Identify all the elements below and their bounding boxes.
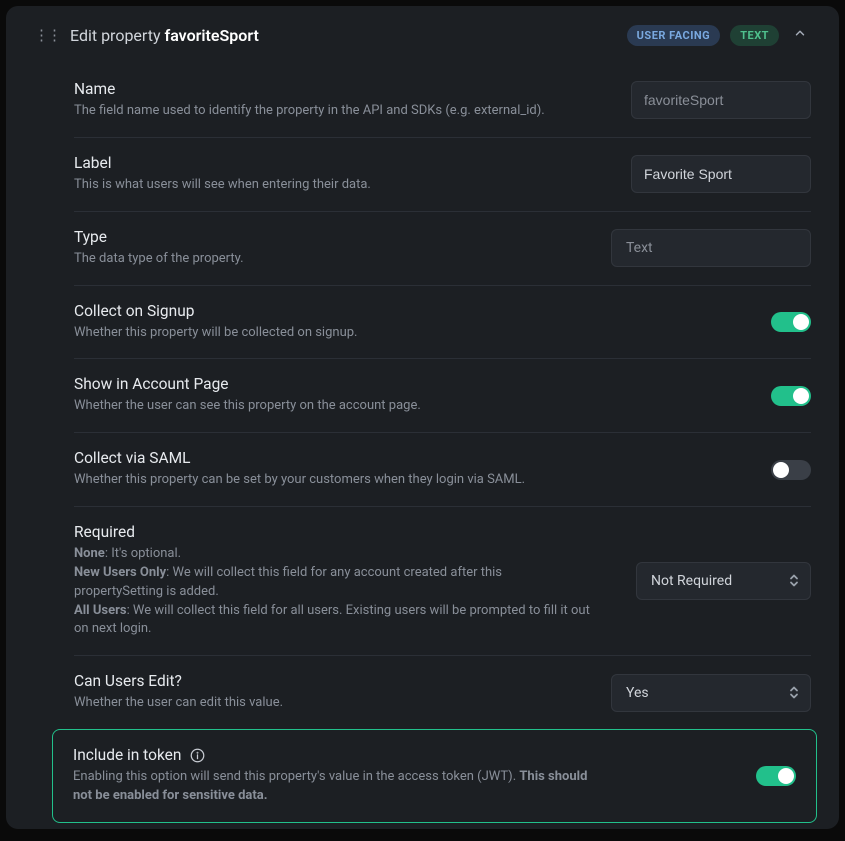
collect-signup-toggle[interactable] <box>771 312 811 332</box>
collect-signup-title: Collect on Signup <box>74 302 751 320</box>
show-account-toggle[interactable] <box>771 386 811 406</box>
type-desc: The data type of the property. <box>74 250 591 269</box>
can-edit-title: Can Users Edit? <box>74 672 591 690</box>
required-title: Required <box>74 523 616 541</box>
collect-saml-title: Collect via SAML <box>74 449 751 467</box>
required-new-label: New Users Only <box>74 565 166 580</box>
required-none-text: : It's optional. <box>105 546 181 561</box>
required-none-label: None <box>74 546 105 561</box>
panel-title: Edit property favoriteSport <box>70 26 617 45</box>
chevron-updown-icon <box>788 573 800 590</box>
required-desc: None: It's optional. New Users Only : We … <box>74 545 594 639</box>
row-type: Type The data type of the property. Text <box>74 212 811 286</box>
title-property-name: favoriteSport <box>165 26 259 45</box>
required-select[interactable]: Not Required <box>636 562 811 600</box>
type-value: Text <box>626 240 653 256</box>
row-include-token: Include in token Enabling this option wi… <box>52 729 817 823</box>
required-value: Not Required <box>651 573 732 589</box>
include-token-title-text: Include in token <box>73 746 181 764</box>
label-input[interactable] <box>631 155 811 193</box>
include-token-title: Include in token <box>73 746 736 764</box>
collect-saml-desc: Whether this property can be set by your… <box>74 471 594 490</box>
type-title: Type <box>74 228 591 246</box>
required-all-label: All Users <box>74 603 127 618</box>
show-account-desc: Whether the user can see this property o… <box>74 397 594 416</box>
row-can-edit: Can Users Edit? Whether the user can edi… <box>74 656 811 729</box>
title-prefix: Edit property <box>70 26 165 45</box>
type-select[interactable]: Text <box>611 229 811 267</box>
drag-handle-icon[interactable]: ⋮⋮ <box>34 28 60 43</box>
collect-saml-toggle[interactable] <box>771 460 811 480</box>
row-name: Name The field name used to identify the… <box>74 64 811 138</box>
row-collect-signup: Collect on Signup Whether this property … <box>74 286 811 360</box>
can-edit-value: Yes <box>626 685 649 701</box>
panel-header: ⋮⋮ Edit property favoriteSport USER FACI… <box>34 24 811 46</box>
row-show-account: Show in Account Page Whether the user ca… <box>74 359 811 433</box>
badge-user-facing: USER FACING <box>627 25 721 46</box>
name-input[interactable] <box>631 81 811 119</box>
can-edit-desc: Whether the user can edit this value. <box>74 694 591 713</box>
include-token-desc-prefix: Enabling this option will send this prop… <box>73 769 519 784</box>
label-desc: This is what users will see when enterin… <box>74 176 594 195</box>
row-danger-zone: Danger Zone Disable <box>74 823 811 829</box>
collapse-icon[interactable] <box>789 24 811 46</box>
edit-property-panel: ⋮⋮ Edit property favoriteSport USER FACI… <box>6 6 839 829</box>
row-required: Required None: It's optional. New Users … <box>74 507 811 656</box>
show-account-title: Show in Account Page <box>74 375 751 393</box>
required-all-text: : We will collect this field for all use… <box>74 603 590 637</box>
chevron-updown-icon <box>788 684 800 701</box>
badge-type-text: TEXT <box>730 25 779 46</box>
info-icon[interactable] <box>189 747 205 763</box>
collect-signup-desc: Whether this property will be collected … <box>74 324 594 343</box>
include-token-toggle[interactable] <box>756 766 796 786</box>
label-title: Label <box>74 154 611 172</box>
row-label: Label This is what users will see when e… <box>74 138 811 212</box>
name-desc: The field name used to identify the prop… <box>74 102 594 121</box>
name-title: Name <box>74 80 611 98</box>
row-collect-saml: Collect via SAML Whether this property c… <box>74 433 811 507</box>
include-token-desc: Enabling this option will send this prop… <box>73 768 593 806</box>
can-edit-select[interactable]: Yes <box>611 674 811 712</box>
